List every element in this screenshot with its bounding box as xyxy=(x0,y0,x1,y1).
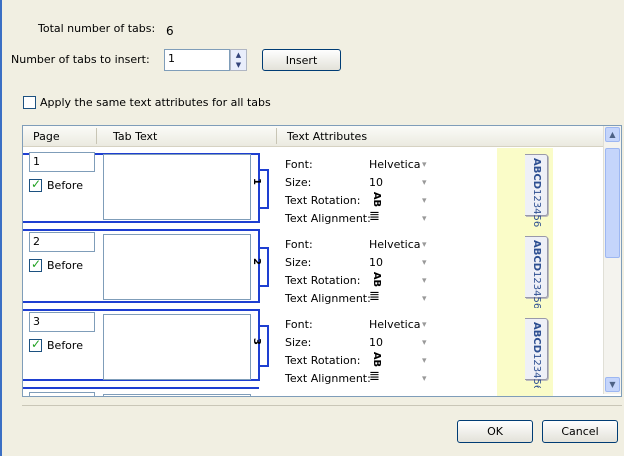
preview-line-2: 123456 xyxy=(531,271,542,310)
table-row xyxy=(23,388,603,396)
size-value[interactable]: 10 xyxy=(369,256,383,269)
footer-divider xyxy=(22,405,622,406)
font-value[interactable]: Helvetica xyxy=(369,318,421,331)
chevron-down-icon[interactable]: ▾ xyxy=(422,356,427,366)
chevron-down-icon[interactable]: ▾ xyxy=(422,196,427,206)
chevron-down-icon[interactable]: ▾ xyxy=(422,258,427,268)
rotation-glyph[interactable]: AB xyxy=(371,272,382,287)
before-label: Before xyxy=(47,179,83,192)
size-label: Size: xyxy=(285,256,312,269)
before-label: Before xyxy=(47,259,83,272)
chevron-down-icon[interactable]: ▾ xyxy=(422,160,427,170)
before-checkbox[interactable] xyxy=(29,257,42,272)
align-left-icon[interactable]: ≣ xyxy=(369,369,380,384)
insert-count-spinner[interactable]: ▲ ▼ xyxy=(230,49,247,71)
insert-button[interactable]: Insert xyxy=(262,49,341,71)
chevron-down-icon[interactable]: ▾ xyxy=(422,374,427,384)
page-number-input[interactable] xyxy=(29,392,95,396)
tab-text-input[interactable] xyxy=(103,314,251,380)
font-label: Font: xyxy=(285,158,313,171)
align-left-icon[interactable]: ≣ xyxy=(369,289,380,304)
size-value[interactable]: 10 xyxy=(369,336,383,349)
window-left-border xyxy=(0,0,2,456)
alignment-label: Text Alignment: xyxy=(285,292,371,305)
spinner-up-icon[interactable]: ▲ xyxy=(231,50,246,60)
preview-line-1: ABCD xyxy=(531,240,542,272)
total-tabs-value: 6 xyxy=(166,24,174,38)
rotation-glyph[interactable]: AB xyxy=(371,192,382,207)
table-row: 2 Before 2 Font: Helvetica ▾ Size: 10 ▾ … xyxy=(23,228,603,310)
chevron-down-icon[interactable]: ▾ xyxy=(422,214,427,224)
chevron-down-icon[interactable]: ▾ xyxy=(422,240,427,250)
vertical-scrollbar[interactable]: ▲ ▼ xyxy=(603,126,621,394)
tab-preview: ABCD123456 xyxy=(497,148,553,228)
font-label: Font: xyxy=(285,238,313,251)
tab-text-input[interactable] xyxy=(103,234,251,300)
ok-button[interactable]: OK xyxy=(457,420,533,443)
rotation-label: Text Rotation: xyxy=(285,274,361,287)
chevron-down-icon[interactable]: ▾ xyxy=(422,276,427,286)
page-number-input[interactable]: 3 xyxy=(29,312,95,332)
preview-line-1: ABCD xyxy=(531,158,542,190)
spinner-down-icon[interactable]: ▼ xyxy=(231,60,246,70)
same-attributes-label: Apply the same text attributes for all t… xyxy=(40,96,271,109)
size-label: Size: xyxy=(285,336,312,349)
alignment-label: Text Alignment: xyxy=(285,372,371,385)
insert-count-label: Number of tabs to insert: xyxy=(11,53,150,66)
scroll-down-arrow-icon[interactable]: ▼ xyxy=(605,377,620,392)
before-checkbox[interactable] xyxy=(29,177,42,192)
preview-line-2: 123456 xyxy=(531,353,542,392)
chevron-down-icon[interactable]: ▾ xyxy=(422,320,427,330)
align-left-icon[interactable]: ≣ xyxy=(369,209,380,224)
table-row: 1 Before 1 Font: Helvetica ▾ Size: 10 ▾ … xyxy=(23,148,603,228)
chevron-down-icon[interactable]: ▾ xyxy=(422,178,427,188)
tabs-table: Page Tab Text Text Attributes 1 Before 1… xyxy=(22,125,622,397)
tab-preview: ABCD123456 xyxy=(497,228,553,310)
font-value[interactable]: Helvetica xyxy=(369,158,421,171)
total-tabs-label: Total number of tabs: xyxy=(38,22,156,35)
rotation-label: Text Rotation: xyxy=(285,194,361,207)
tab-preview: ABCD123456 xyxy=(497,308,553,392)
scrollbar-thumb[interactable] xyxy=(605,148,620,258)
preview-line-2: 123456 xyxy=(531,189,542,228)
page-number-input[interactable]: 2 xyxy=(29,232,95,252)
same-attributes-checkbox[interactable] xyxy=(23,96,36,109)
tab-number: 1 xyxy=(250,178,262,185)
size-label: Size: xyxy=(285,176,312,189)
tab-number: 3 xyxy=(250,338,262,345)
size-value[interactable]: 10 xyxy=(369,176,383,189)
font-value[interactable]: Helvetica xyxy=(369,238,421,251)
font-label: Font: xyxy=(285,318,313,331)
scroll-up-arrow-icon[interactable]: ▲ xyxy=(605,127,620,142)
tab-number: 2 xyxy=(250,258,262,265)
before-label: Before xyxy=(47,339,83,352)
chevron-down-icon[interactable]: ▾ xyxy=(422,338,427,348)
tab-text-input[interactable] xyxy=(103,154,251,220)
rotation-glyph[interactable]: AB xyxy=(371,352,382,367)
tab-text-input[interactable] xyxy=(103,394,251,396)
page-number-input[interactable]: 1 xyxy=(29,152,95,172)
alignment-label: Text Alignment: xyxy=(285,212,371,225)
before-checkbox[interactable] xyxy=(29,337,42,352)
chevron-down-icon[interactable]: ▾ xyxy=(422,294,427,304)
insert-count-input[interactable]: 1 xyxy=(164,49,230,71)
tab-preview xyxy=(497,388,553,396)
preview-line-1: ABCD xyxy=(531,322,542,354)
table-row: 3 Before 3 Font: Helvetica ▾ Size: 10 ▾ … xyxy=(23,308,603,392)
cancel-button[interactable]: Cancel xyxy=(542,420,618,443)
rotation-label: Text Rotation: xyxy=(285,354,361,367)
